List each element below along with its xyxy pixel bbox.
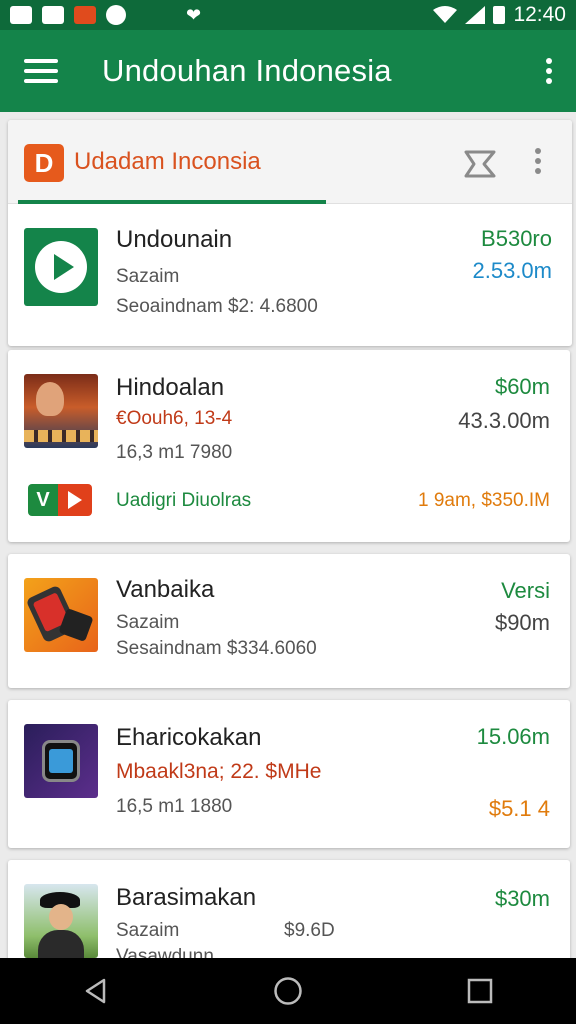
item-line1: Mbaakl3na; 22. $MHe	[116, 760, 322, 783]
video-badge-icon: V	[28, 484, 92, 516]
video-thumbnail	[24, 374, 98, 448]
play-icon	[24, 228, 98, 306]
recents-icon[interactable]	[450, 961, 510, 1021]
app-bar: Undouhan Indonesia	[0, 30, 576, 112]
item-footer-price: 1 9am, $350.IM	[417, 490, 550, 511]
content-list[interactable]: D Udadam Inconsia Undounain Sazaim Seoai…	[0, 112, 576, 958]
featured-line2: Seoaindnam $2: 4.6800	[116, 296, 318, 317]
account-notification-icon	[106, 5, 126, 25]
item-title: Barasimakan	[116, 884, 257, 911]
item-line2: Vasawdunn	[116, 946, 214, 958]
menu-icon[interactable]	[24, 59, 58, 83]
tab-more-icon[interactable]	[535, 148, 541, 174]
item-price-bottom: $5.1 4	[488, 796, 550, 821]
wifi-icon	[433, 6, 458, 23]
item-line1: Sazaim	[116, 612, 180, 633]
item-price-top: Versi	[501, 578, 550, 603]
item-line1: €Oouh6, 13-4	[116, 408, 233, 429]
status-bar: ❤ 12:40	[0, 0, 576, 30]
more-vert-icon[interactable]	[546, 58, 552, 84]
featured-price-top: B530ro	[481, 226, 552, 251]
item-line2: 16,5 m1 1880	[116, 796, 233, 817]
phones-thumbnail	[24, 578, 98, 652]
list-item[interactable]: Barasimakan Sazaim $9.6D Vasawdunn $30m	[8, 860, 570, 958]
item-line1-price: $9.6D	[284, 920, 335, 941]
watch-thumbnail	[24, 724, 98, 798]
featured-item[interactable]: Undounain Sazaim Seoaindnam $2: 4.6800 B…	[8, 204, 572, 346]
image-notification-icon	[42, 6, 64, 24]
notification-icon	[10, 6, 32, 24]
notification-icons	[10, 5, 126, 25]
item-price-top: 15.06m	[476, 724, 550, 749]
home-icon[interactable]	[258, 961, 318, 1021]
featured-price-bottom: 2.53.0m	[472, 258, 553, 283]
tab-strip: D Udadam Inconsia	[8, 120, 572, 204]
item-price-top: $30m	[494, 886, 550, 911]
signal-icon	[465, 6, 486, 24]
item-price-bottom: $90m	[494, 610, 550, 635]
navigation-bar	[0, 958, 576, 1024]
list-item[interactable]: Hindoalan €Oouh6, 13-4 16,3 m1 7980 $60m…	[8, 350, 570, 542]
list-item[interactable]: Eharicokakan Mbaakl3na; 22. $MHe 16,5 m1…	[8, 700, 570, 848]
pin-icon[interactable]	[462, 148, 498, 180]
battery-icon	[493, 6, 506, 24]
brand-logo-icon: D	[24, 144, 64, 182]
featured-card: D Udadam Inconsia Undounain Sazaim Seoai…	[8, 120, 572, 346]
app-title: Undouhan Indonesia	[102, 53, 392, 88]
app-notification-icon	[74, 6, 96, 24]
status-time: 12:40	[513, 3, 566, 26]
item-price-top: $60m	[494, 374, 550, 399]
item-footer-label[interactable]: Uadigri Diuolras	[116, 490, 251, 512]
item-title: Eharicokakan	[116, 724, 262, 751]
featured-line1: Sazaim	[116, 266, 180, 287]
back-icon[interactable]	[66, 961, 126, 1021]
item-price-bottom: 43.3.00m	[458, 408, 550, 433]
item-line2: 16,3 m1 7980	[116, 442, 233, 463]
person-thumbnail	[24, 884, 98, 958]
item-title: Vanbaika	[116, 576, 215, 603]
item-title: Hindoalan	[116, 374, 225, 401]
item-line1: Sazaim	[116, 920, 180, 941]
tab-brand-name[interactable]: Udadam Inconsia	[74, 148, 261, 176]
bear-notification-icon: ❤	[186, 5, 202, 25]
featured-title: Undounain	[116, 226, 233, 253]
list-item[interactable]: Vanbaika Sazaim Sesaindnam $334.6060 Ver…	[8, 554, 570, 688]
item-line2: Sesaindnam $334.6060	[116, 638, 317, 659]
